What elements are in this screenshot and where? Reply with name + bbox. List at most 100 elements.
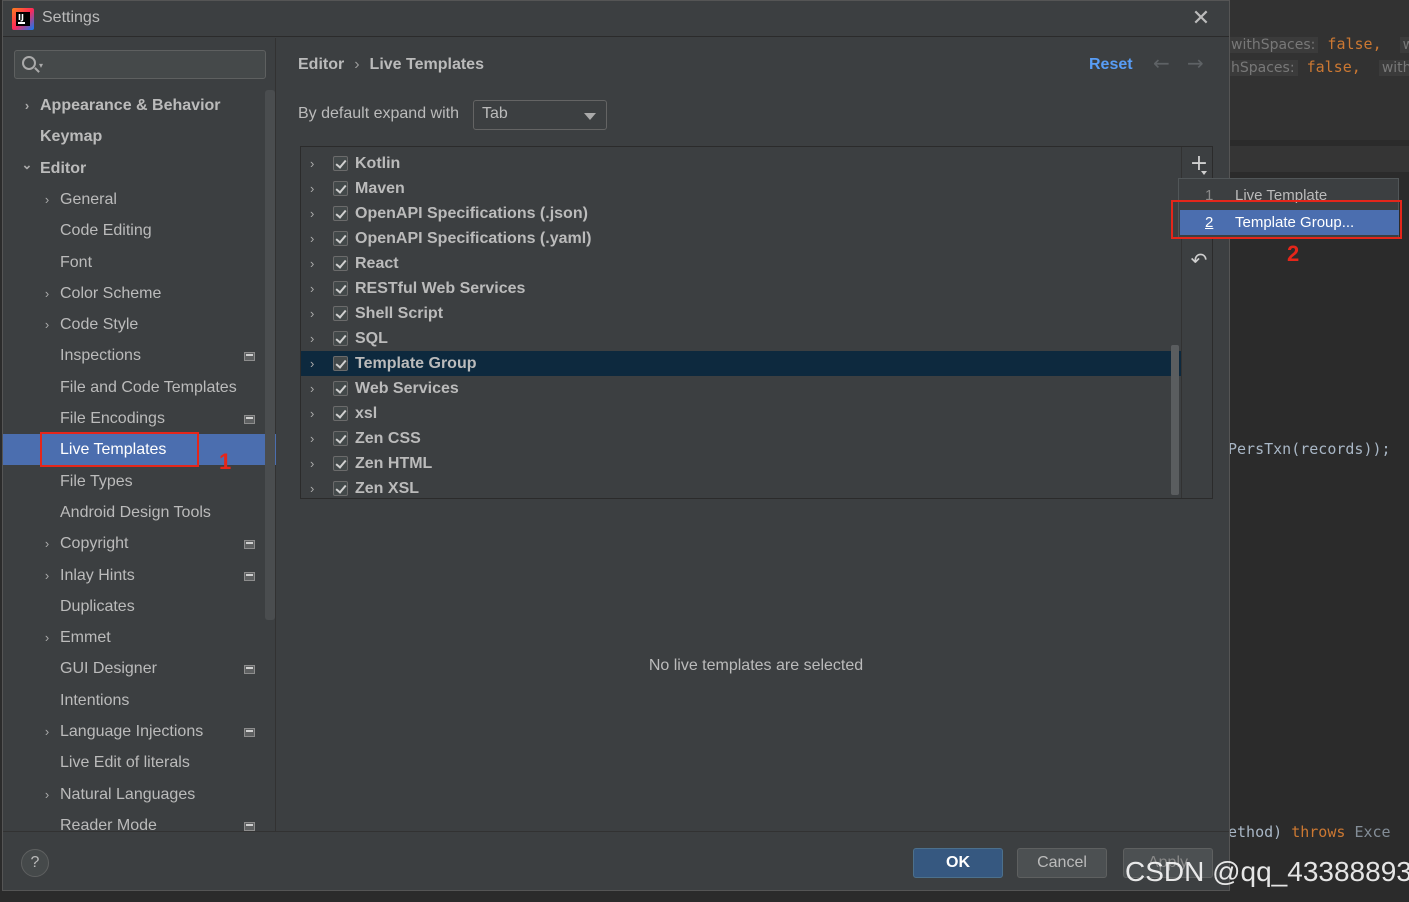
template-group-row[interactable]: › RESTful Web Services: [301, 276, 1181, 301]
chevron-right-icon[interactable]: ›: [41, 779, 53, 810]
list-scrollbar[interactable]: [1171, 345, 1179, 495]
template-group-row[interactable]: › Template Group: [301, 351, 1181, 376]
template-group-row[interactable]: › Maven: [301, 176, 1181, 201]
sidebar-item[interactable]: › Code Style: [3, 309, 276, 340]
intellij-app-icon: IJ: [12, 8, 34, 30]
chevron-right-icon[interactable]: ›: [310, 326, 314, 351]
template-group-checkbox[interactable]: [333, 206, 348, 221]
help-icon[interactable]: ?: [21, 849, 49, 877]
sidebar-item[interactable]: › Inlay Hints: [3, 560, 276, 591]
reset-link[interactable]: Reset: [1089, 56, 1133, 74]
sidebar-item[interactable]: › Language Injections: [3, 716, 276, 747]
sidebar-item[interactable]: Font: [3, 247, 276, 278]
template-group-checkbox[interactable]: [333, 431, 348, 446]
template-group-checkbox[interactable]: [333, 456, 348, 471]
project-scope-icon: [244, 728, 255, 737]
chevron-right-icon[interactable]: ›: [310, 276, 314, 301]
template-group-checkbox[interactable]: [333, 481, 348, 496]
sidebar-item-label: Emmet: [60, 629, 111, 647]
project-scope-icon: [244, 571, 255, 581]
chevron-right-icon[interactable]: ›: [21, 90, 33, 121]
template-group-checkbox[interactable]: [333, 331, 348, 346]
template-group-row[interactable]: › Web Services: [301, 376, 1181, 401]
chevron-right-icon[interactable]: ›: [41, 309, 53, 340]
chevron-right-icon[interactable]: ›: [41, 528, 53, 559]
sidebar-item[interactable]: › Color Scheme: [3, 278, 276, 309]
chevron-right-icon[interactable]: ›: [310, 376, 314, 401]
sidebar-item[interactable]: Code Editing: [3, 215, 276, 246]
chevron-right-icon[interactable]: ›: [41, 278, 53, 309]
search-history-icon[interactable]: ▾: [39, 61, 43, 70]
chevron-right-icon[interactable]: ›: [41, 622, 53, 653]
chevron-right-icon[interactable]: ›: [310, 201, 314, 226]
template-group-checkbox[interactable]: [333, 406, 348, 421]
sidebar-item[interactable]: Android Design Tools: [3, 497, 276, 528]
template-group-checkbox[interactable]: [333, 356, 348, 371]
sidebar-item[interactable]: File Encodings: [3, 403, 276, 434]
forward-arrow-icon[interactable]: →: [1187, 51, 1204, 75]
chevron-right-icon[interactable]: ›: [310, 151, 314, 176]
chevron-right-icon[interactable]: ›: [310, 401, 314, 426]
sidebar-item[interactable]: › Appearance & Behavior: [3, 90, 276, 121]
sidebar-item[interactable]: File Types: [3, 466, 276, 497]
chevron-right-icon[interactable]: ›: [310, 351, 314, 376]
chevron-right-icon[interactable]: ›: [310, 251, 314, 276]
expand-with-value: Tab: [482, 105, 508, 122]
sidebar-scrollbar[interactable]: [265, 90, 275, 620]
sidebar-item[interactable]: › Emmet: [3, 622, 276, 653]
search-box[interactable]: ▾: [14, 50, 266, 79]
sidebar-item[interactable]: Live Edit of literals: [3, 747, 276, 778]
template-group-row[interactable]: › Zen CSS: [301, 426, 1181, 451]
cancel-button[interactable]: Cancel: [1017, 848, 1107, 878]
sidebar-item[interactable]: GUI Designer: [3, 653, 276, 684]
sidebar-item-label: Natural Languages: [60, 785, 196, 803]
sidebar-item[interactable]: File and Code Templates: [3, 372, 276, 403]
sidebar-item[interactable]: ⌄ Editor: [3, 153, 276, 184]
template-group-row[interactable]: › OpenAPI Specifications (.yaml): [301, 226, 1181, 251]
template-group-row[interactable]: › React: [301, 251, 1181, 276]
template-group-row[interactable]: › xsl: [301, 401, 1181, 426]
template-group-row[interactable]: › Zen HTML: [301, 451, 1181, 476]
chevron-right-icon[interactable]: ›: [310, 226, 314, 251]
project-scope-icon: [244, 540, 255, 550]
sidebar-item[interactable]: Intentions: [3, 685, 276, 716]
chevron-right-icon[interactable]: ›: [310, 451, 314, 476]
close-icon[interactable]: ✕: [1189, 7, 1213, 31]
template-group-checkbox[interactable]: [333, 256, 348, 271]
search-input[interactable]: [49, 54, 259, 75]
chevron-right-icon[interactable]: ›: [41, 716, 53, 747]
chevron-right-icon[interactable]: ›: [310, 301, 314, 326]
template-group-checkbox[interactable]: [333, 231, 348, 246]
sidebar-item[interactable]: › Copyright: [3, 528, 276, 559]
template-group-row[interactable]: › OpenAPI Specifications (.json): [301, 201, 1181, 226]
back-arrow-icon[interactable]: ←: [1153, 51, 1170, 75]
sidebar-item[interactable]: Duplicates: [3, 591, 276, 622]
template-group-row[interactable]: › Shell Script: [301, 301, 1181, 326]
sidebar-item[interactable]: › Natural Languages: [3, 779, 276, 810]
chevron-down-icon[interactable]: ⌄: [21, 149, 33, 180]
template-group-row[interactable]: › Zen XSL: [301, 476, 1181, 498]
template-group-row[interactable]: › Kotlin: [301, 151, 1181, 176]
template-group-checkbox[interactable]: [333, 306, 348, 321]
chevron-right-icon[interactable]: ›: [310, 426, 314, 451]
template-group-checkbox[interactable]: [333, 181, 348, 196]
restore-icon[interactable]: ↶: [1188, 249, 1210, 271]
template-group-checkbox[interactable]: [333, 281, 348, 296]
template-group-row[interactable]: › SQL: [301, 326, 1181, 351]
chevron-right-icon[interactable]: ›: [41, 560, 53, 591]
chevron-right-icon[interactable]: ›: [310, 176, 314, 201]
template-group-name: Shell Script: [355, 305, 444, 322]
expand-with-select[interactable]: Tab: [473, 100, 607, 130]
sidebar-item[interactable]: › General: [3, 184, 276, 215]
chevron-right-icon[interactable]: ›: [41, 184, 53, 215]
template-group-checkbox[interactable]: [333, 156, 348, 171]
ok-button[interactable]: OK: [913, 848, 1003, 878]
title-bar[interactable]: IJ Settings ✕: [3, 1, 1229, 37]
chevron-right-icon[interactable]: ›: [310, 476, 314, 498]
annotation-box-1: [40, 432, 199, 467]
breadcrumb: Editor › Live Templates: [298, 56, 484, 74]
sidebar-item[interactable]: Keymap: [3, 121, 276, 152]
sidebar-item[interactable]: Inspections: [3, 340, 276, 371]
template-group-checkbox[interactable]: [333, 381, 348, 396]
sidebar-item-label: GUI Designer: [60, 660, 157, 678]
